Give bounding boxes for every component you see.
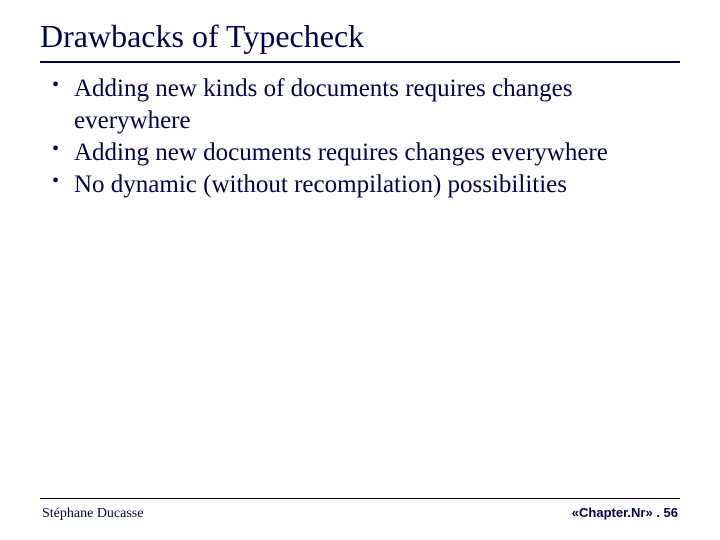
bullet-list: Adding new kinds of documents requires c… xyxy=(46,73,680,201)
footer-page-ref: «Chapter.Nr» . 56 xyxy=(572,505,678,520)
bullet-item: Adding new kinds of documents requires c… xyxy=(46,73,680,137)
footer: Stéphane Ducasse «Chapter.Nr» . 56 xyxy=(40,505,680,540)
footer-divider xyxy=(40,498,680,499)
slide-content: Adding new kinds of documents requires c… xyxy=(40,73,680,498)
bullet-item: Adding new documents requires changes ev… xyxy=(46,137,680,169)
bullet-item: No dynamic (without recompilation) possi… xyxy=(46,169,680,201)
footer-author: Stéphane Ducasse xyxy=(42,506,143,522)
slide: Drawbacks of Typecheck Adding new kinds … xyxy=(0,0,720,540)
title-divider xyxy=(40,61,680,63)
slide-title: Drawbacks of Typecheck xyxy=(40,18,680,61)
